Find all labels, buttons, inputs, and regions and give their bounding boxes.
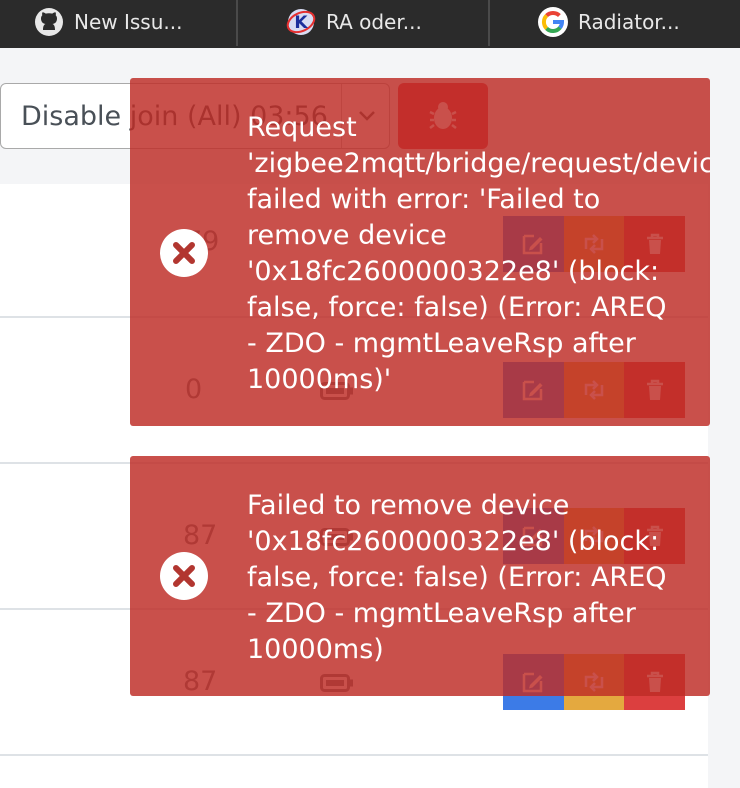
- bookmarks-bar: New Issu... K RA oder... Radiator...: [0, 0, 740, 48]
- toast-message: Failed to remove device '0x18fc260000032…: [247, 488, 710, 668]
- error-toast[interactable]: Request 'zigbee2mqtt/bridge/request/devi…: [130, 78, 710, 426]
- bookmark-new-issue[interactable]: New Issu...: [34, 0, 230, 44]
- toast-line: 10000ms): [247, 634, 384, 665]
- bookmark-separator: [236, 0, 238, 46]
- toast-line: 10000ms)': [247, 364, 392, 395]
- ra-icon: K: [286, 9, 316, 35]
- toast-line: 'zigbee2mqtt/bridge/request/device/remov…: [247, 148, 710, 179]
- bookmark-label: New Issu...: [74, 10, 183, 34]
- toast-message: Request 'zigbee2mqtt/bridge/request/devi…: [247, 110, 710, 398]
- toast-line: false, force: false) (Error: AREQ: [247, 562, 667, 593]
- toast-line: Request: [247, 112, 357, 143]
- row-divider: [0, 754, 708, 756]
- error-circle-x-icon: [160, 552, 208, 600]
- bookmark-radiator[interactable]: Radiator...: [538, 0, 734, 44]
- bookmark-label: Radiator...: [578, 10, 680, 34]
- toast-line: '0x18fc2600000322e8' (block:: [247, 526, 660, 557]
- toast-line: false, force: false) (Error: AREQ: [247, 292, 667, 323]
- toast-line: - ZDO - mgmtLeaveRsp after: [247, 598, 636, 629]
- bookmark-separator: [488, 0, 490, 46]
- toast-line: failed with error: 'Failed to: [247, 184, 601, 215]
- toast-line: '0x18fc2600000322e8' (block:: [247, 256, 660, 287]
- error-toast[interactable]: Failed to remove device '0x18fc260000032…: [130, 456, 710, 696]
- page-scroll-gutter: [708, 48, 740, 788]
- github-icon: [35, 8, 63, 36]
- svg-text:K: K: [294, 13, 308, 33]
- bookmark-ra-oder[interactable]: K RA oder...: [286, 0, 482, 44]
- google-icon: [538, 7, 568, 37]
- toast-line: - ZDO - mgmtLeaveRsp after: [247, 328, 636, 359]
- toast-line: remove device: [247, 220, 447, 251]
- toast-line: Failed to remove device: [247, 490, 570, 521]
- bookmark-label: RA oder...: [326, 10, 422, 34]
- error-circle-x-icon: [160, 229, 208, 277]
